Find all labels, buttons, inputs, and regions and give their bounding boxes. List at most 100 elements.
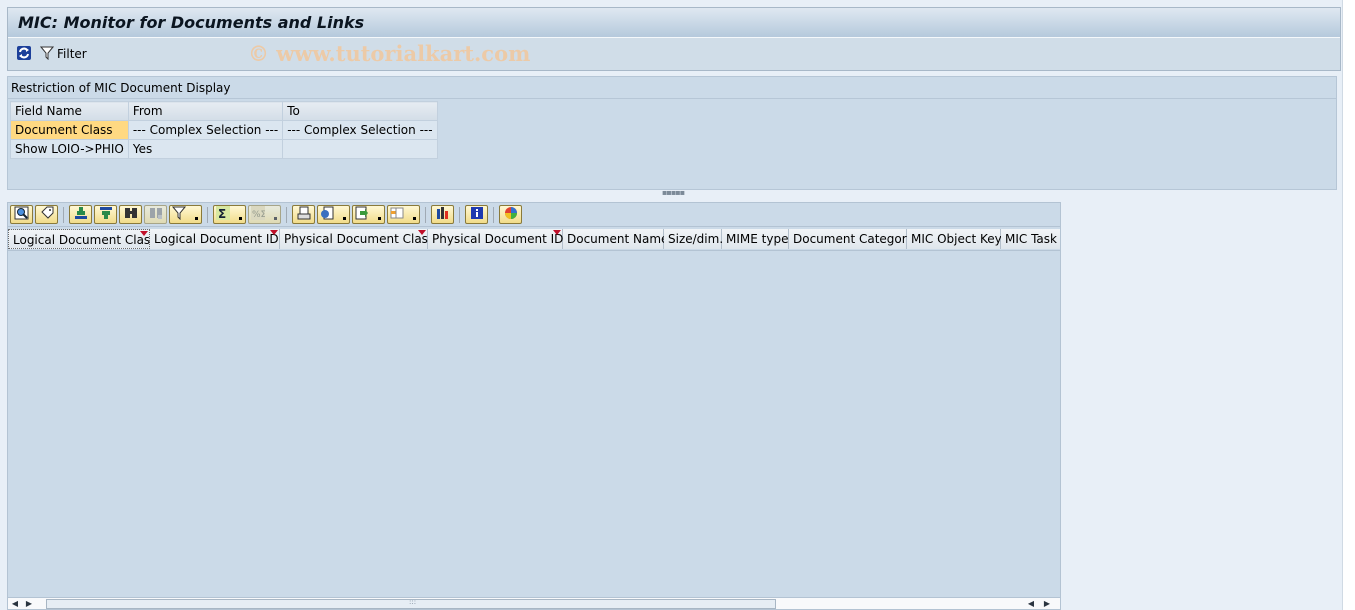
- scrollbar-thumb[interactable]: :::: [46, 598, 776, 609]
- layout-icon: [390, 206, 404, 223]
- layout-dropdown-button[interactable]: [387, 205, 420, 224]
- abc-analysis-icon: [504, 206, 518, 223]
- filter-dropdown-button[interactable]: [169, 205, 202, 224]
- sum-dropdown-button[interactable]: Σ: [213, 205, 246, 224]
- column-header-from: From: [127, 101, 284, 121]
- sort-descending-button[interactable]: [94, 205, 117, 224]
- find-icon: [124, 206, 138, 223]
- alv-toolbar: Σ %Σ: [8, 203, 1060, 227]
- restriction-header-row: Field Name From To: [10, 101, 438, 121]
- toolbar-separator: [459, 206, 460, 223]
- column-header-label: Size/dim.: [668, 232, 724, 246]
- find-next-button[interactable]: [144, 205, 167, 224]
- scroll-columns-right-icon[interactable]: ▶: [1040, 598, 1054, 609]
- grip-icon: ▪▪▪▪▪: [662, 188, 685, 197]
- column-header[interactable]: Physical Document Class: [280, 229, 434, 249]
- print-button[interactable]: [292, 205, 315, 224]
- toolbar-separator: [425, 206, 426, 223]
- subtotal-dropdown-button[interactable]: %Σ: [248, 205, 281, 224]
- refresh-button[interactable]: [16, 45, 32, 64]
- from-cell[interactable]: --- Complex Selection ---: [127, 120, 284, 140]
- field-name-cell[interactable]: Document Class: [10, 120, 129, 140]
- sort-marker-icon: [418, 230, 426, 235]
- sort-marker-icon: [140, 231, 148, 236]
- filter-funnel-icon: [39, 46, 55, 63]
- scroll-right-icon[interactable]: ▶: [22, 598, 36, 609]
- graphics-button[interactable]: [431, 205, 454, 224]
- scroll-left-icon[interactable]: ◀: [8, 598, 22, 609]
- column-header-label: Logical Document Class: [13, 233, 157, 247]
- table-row[interactable]: Document Class --- Complex Selection ---…: [10, 120, 438, 140]
- alv-column-headers: Logical Document Class Logical Document I…: [8, 229, 1060, 251]
- info-icon: [470, 206, 484, 223]
- restriction-table: Field Name From To Document Class --- Co…: [10, 101, 438, 159]
- info-button[interactable]: [465, 205, 488, 224]
- refresh-icon: [16, 45, 32, 64]
- column-header[interactable]: Document Name: [563, 229, 668, 249]
- filter-icon: [171, 206, 187, 223]
- find-button[interactable]: [119, 205, 142, 224]
- export-icon: [355, 206, 369, 223]
- restriction-panel: Restriction of MIC Document Display Fiel…: [7, 76, 1337, 190]
- to-cell[interactable]: [282, 139, 438, 159]
- column-header[interactable]: MIC Object Key: [907, 229, 1002, 249]
- column-header[interactable]: Logical Document Class: [8, 229, 156, 249]
- column-header[interactable]: Size/dim.: [664, 229, 724, 249]
- column-header[interactable]: MIME type: [722, 229, 789, 249]
- horizontal-scrollbar[interactable]: ◀ ▶ ::: ◀ ▶: [8, 597, 1060, 609]
- sort-marker-icon: [553, 230, 561, 235]
- column-header[interactable]: Physical Document ID: [428, 229, 563, 249]
- application-toolbar: Filter © www.tutorialkart.com: [8, 38, 1340, 70]
- restriction-caption: Restriction of MIC Document Display: [8, 77, 1336, 99]
- tag-button[interactable]: [35, 205, 58, 224]
- toolbar-separator: [63, 206, 64, 223]
- subtotal-icon: %Σ: [251, 206, 267, 223]
- find-next-icon: [149, 206, 163, 223]
- column-header[interactable]: Document Category: [789, 229, 914, 249]
- field-name-cell[interactable]: Show LOIO->PHIO: [10, 139, 129, 159]
- title-area: MIC: Monitor for Documents and Links Fil…: [7, 7, 1341, 71]
- svg-text:Σ: Σ: [218, 207, 226, 220]
- toolbar-separator: [493, 206, 494, 223]
- view-dropdown-button[interactable]: [317, 205, 350, 224]
- graphics-icon: [436, 206, 450, 223]
- tag-icon: [40, 206, 54, 223]
- details-button[interactable]: [10, 205, 33, 224]
- column-header-label: Document Name: [567, 232, 669, 246]
- table-row[interactable]: Show LOIO->PHIO Yes: [10, 139, 438, 159]
- details-icon: [14, 206, 29, 223]
- sum-icon: Σ: [216, 206, 230, 223]
- column-header-label: Physical Document ID: [432, 232, 564, 246]
- abc-analysis-button[interactable]: [499, 205, 522, 224]
- svg-text:%Σ: %Σ: [252, 210, 265, 220]
- watermark: © www.tutorialkart.com: [248, 41, 531, 66]
- column-header-label: Document Category: [793, 232, 914, 246]
- to-cell[interactable]: --- Complex Selection ---: [282, 120, 438, 140]
- sort-marker-icon: [270, 230, 278, 235]
- column-header-to: To: [282, 101, 438, 121]
- sort-ascending-button[interactable]: [69, 205, 92, 224]
- filter-label: Filter: [57, 47, 87, 61]
- column-header-label: Physical Document Class: [284, 232, 435, 246]
- toolbar-separator: [207, 206, 208, 223]
- alv-grid: Σ %Σ Logical Document Class Logical Docum…: [7, 202, 1061, 610]
- print-icon: [297, 206, 311, 223]
- sort-descending-icon: [99, 206, 113, 223]
- view-icon: [320, 206, 334, 223]
- from-cell[interactable]: Yes: [127, 139, 284, 159]
- toolbar-separator: [286, 206, 287, 223]
- column-header-label: Logical Document ID: [154, 232, 279, 246]
- window-edge: [1342, 0, 1355, 610]
- scroll-columns-left-icon[interactable]: ◀: [1024, 598, 1038, 609]
- column-header-label: MIC Task ID: [1005, 232, 1060, 246]
- sort-ascending-icon: [74, 206, 88, 223]
- title-bar: MIC: Monitor for Documents and Links: [8, 8, 1340, 38]
- column-header[interactable]: MIC Task ID: [1001, 229, 1060, 249]
- export-dropdown-button[interactable]: [352, 205, 385, 224]
- column-header[interactable]: Logical Document ID: [150, 229, 280, 249]
- grip-icon: :::: [409, 598, 417, 606]
- column-header-label: MIC Object Key: [911, 232, 1002, 246]
- page-title: MIC: Monitor for Documents and Links: [18, 13, 365, 32]
- filter-button[interactable]: Filter: [39, 46, 87, 63]
- splitter-handle[interactable]: ▪▪▪▪▪: [0, 188, 1342, 198]
